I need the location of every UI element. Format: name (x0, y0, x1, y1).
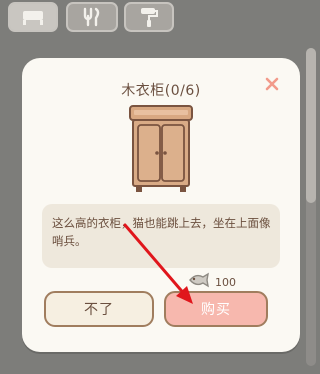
price: 100 (188, 272, 236, 292)
buy-button[interactable]: 购买 (164, 291, 268, 327)
close-icon (265, 76, 279, 95)
tab-furniture[interactable] (8, 2, 58, 32)
cancel-button[interactable]: 不了 (44, 291, 154, 327)
price-value: 100 (215, 275, 236, 289)
wardrobe-image (128, 104, 194, 194)
utensils-icon (80, 7, 104, 27)
scroll-thumb[interactable] (306, 48, 316, 203)
tab-decor[interactable] (124, 2, 174, 32)
furniture-icon (21, 8, 45, 26)
description-box: 这么高的衣柜，猫也能跳上去，坐在上面像哨兵。 (42, 204, 280, 268)
tab-utensils[interactable] (66, 2, 118, 32)
fish-icon (188, 272, 210, 292)
scrollbar[interactable] (306, 48, 316, 366)
purchase-dialog: 木衣柜(0/6) 这么高的衣柜，猫也能跳上去，坐在上面像哨兵。 100 不了 购… (22, 58, 300, 352)
item-title: 木衣柜(0/6) (121, 83, 201, 99)
paint-roller-icon (139, 6, 159, 28)
item-description: 这么高的衣柜，猫也能跳上去，坐在上面像哨兵。 (52, 216, 271, 248)
close-button[interactable] (261, 74, 283, 96)
category-tabs (0, 0, 320, 40)
